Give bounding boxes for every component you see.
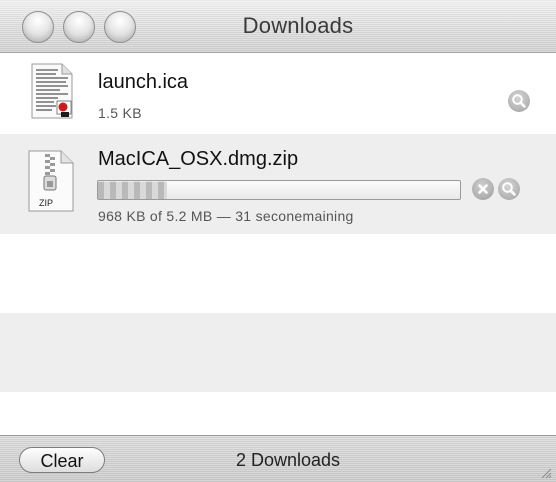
empty-row: [0, 234, 556, 313]
magnifier-icon: [512, 94, 526, 108]
download-progress-bar: [97, 180, 461, 200]
empty-row: [0, 392, 556, 435]
zip-icon-label: ZIP: [39, 198, 53, 208]
download-status-text: 968 KB of 5.2 MB — 31 seconemaining: [98, 208, 354, 224]
bottom-bar: Clear 2 Downloads: [0, 435, 556, 482]
downloads-window: Downloads launch.ica 1.5 KB ZIP MacICA_O…: [0, 0, 556, 482]
download-item[interactable]: ZIP MacICA_OSX.dmg.zip 968 KB of 5.2 MB …: [0, 134, 556, 234]
zip-archive-icon: ZIP: [28, 150, 74, 212]
window-title: Downloads: [242, 13, 354, 38]
download-progress-fill: [98, 181, 167, 199]
downloads-list: launch.ica 1.5 KB ZIP MacICA_OSX.dmg.zip…: [0, 53, 556, 435]
cancel-download-button[interactable]: [472, 178, 494, 200]
title-bar[interactable]: Downloads: [0, 0, 556, 53]
text-document-icon: [31, 63, 73, 119]
download-item[interactable]: launch.ica 1.5 KB: [0, 53, 556, 134]
file-name: launch.ica: [98, 71, 189, 93]
reveal-in-finder-button[interactable]: [498, 178, 520, 200]
download-count: 2 Downloads: [235, 450, 341, 470]
close-icon: [478, 184, 488, 194]
resize-grip-icon[interactable]: [540, 467, 552, 479]
magnifier-icon: [502, 182, 516, 196]
file-size: 1.5 KB: [98, 105, 142, 121]
file-name: MacICA_OSX.dmg.zip: [98, 148, 299, 170]
empty-row: [0, 313, 556, 392]
reveal-in-finder-button[interactable]: [508, 90, 530, 112]
